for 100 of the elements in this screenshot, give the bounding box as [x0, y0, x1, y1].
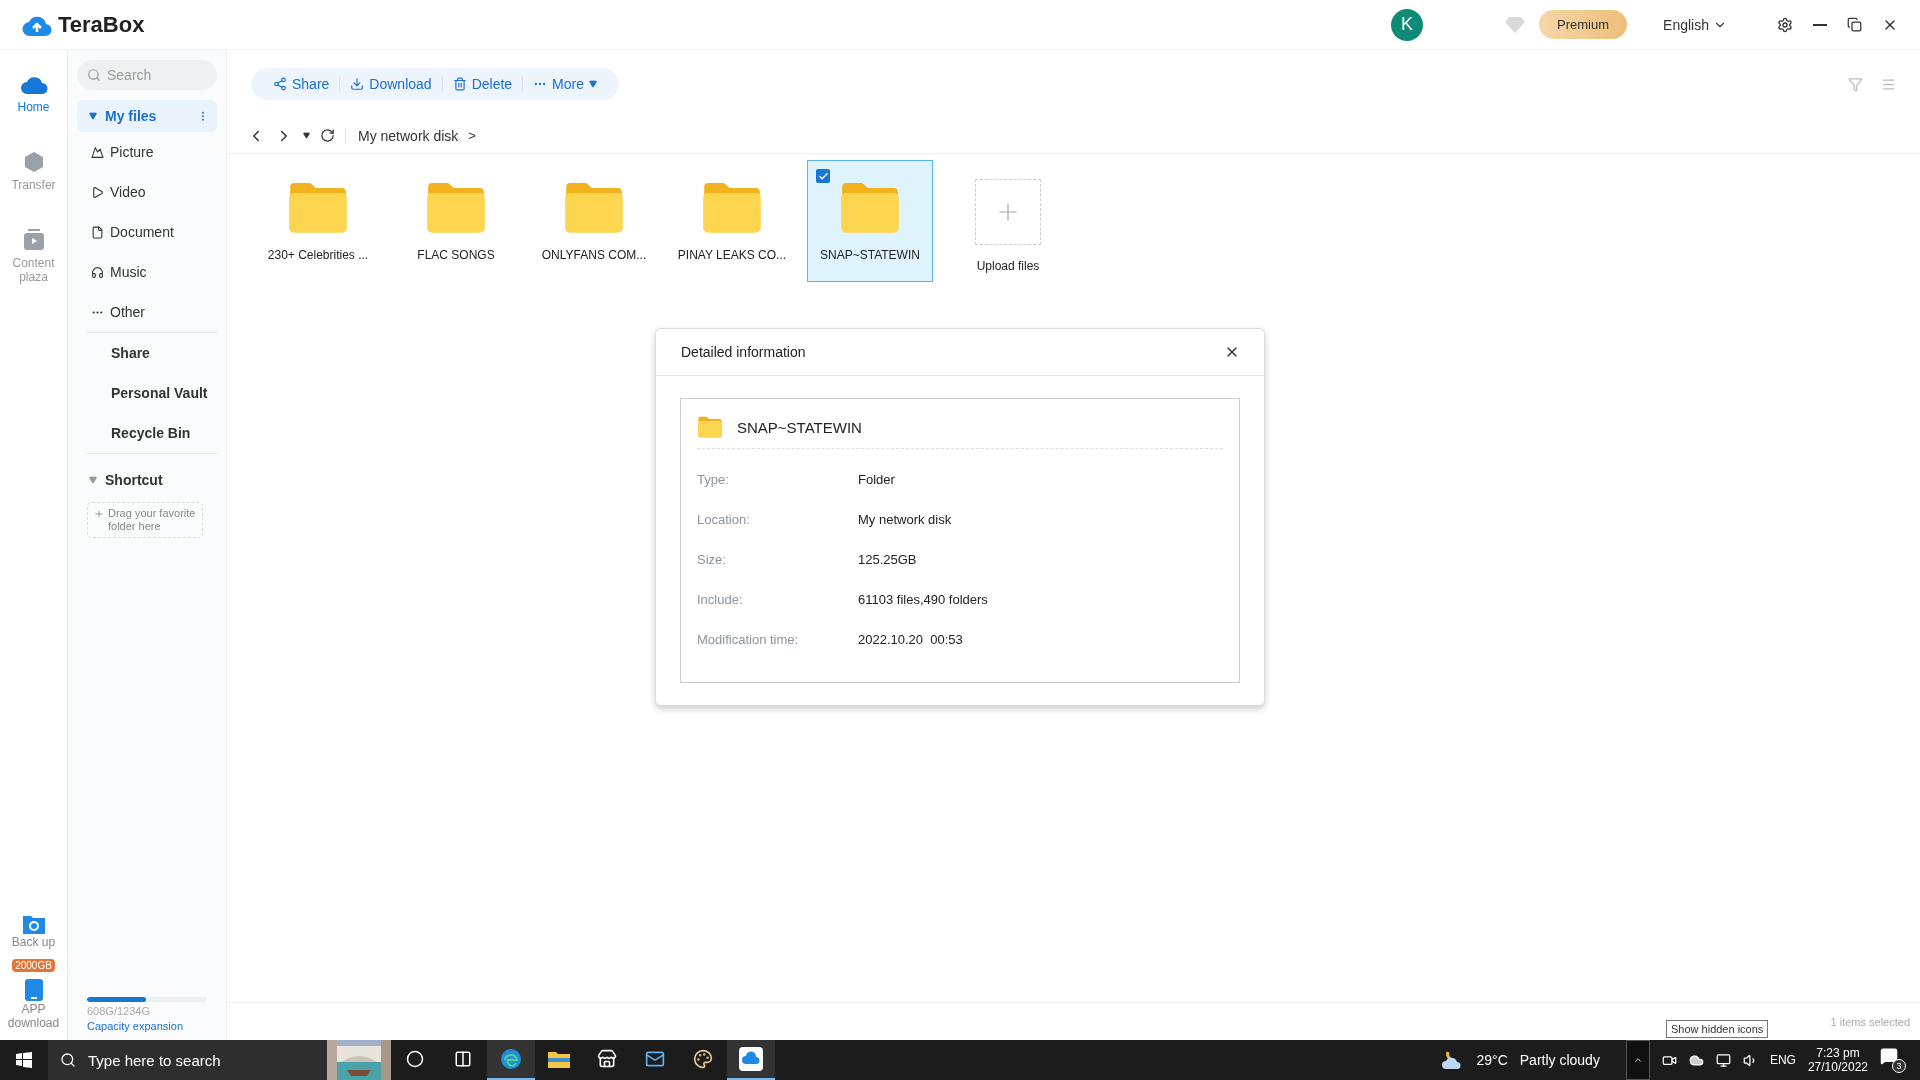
my-files-item[interactable]: My files [77, 100, 217, 132]
detail-value: 2022.10.20 00:53 [858, 631, 963, 647]
toolbar-button[interactable]: Delete [441, 76, 523, 92]
premium-button[interactable]: Premium [1539, 10, 1628, 39]
mountain-icon [91, 145, 104, 159]
shortcut-drop-area[interactable]: Drag your favorite folder here [87, 502, 203, 538]
folder-name: PINAY LEAKS CO... [677, 247, 787, 262]
category-item[interactable]: Other [77, 292, 217, 332]
toolbar-button[interactable]: Share [263, 76, 340, 92]
folder-name: ONLYFANS COM... [541, 247, 647, 262]
check-icon [817, 170, 829, 182]
notification-button[interactable]: 3 [1880, 1047, 1906, 1073]
user-avatar[interactable]: K [1391, 8, 1424, 41]
folder-icon [287, 181, 349, 234]
folder-name: FLAC SONGS [417, 247, 495, 262]
search-icon [60, 1052, 76, 1068]
taskbar-app[interactable] [487, 1040, 535, 1080]
backup-folder-icon[interactable] [21, 913, 46, 935]
folder-tile[interactable]: 230+ Celebrities ... [255, 160, 381, 282]
folder-tile[interactable]: SNAP~STATEWIN [807, 160, 933, 282]
show-hidden-icons-button[interactable] [1625, 1040, 1650, 1080]
sidebar-item[interactable]: Share [77, 333, 217, 373]
minimize-icon [1813, 23, 1827, 26]
palette-icon [693, 1049, 713, 1069]
caret-icon [89, 112, 97, 120]
folder-tile[interactable]: FLAC SONGS [393, 160, 519, 282]
circle-icon [406, 1050, 424, 1068]
upload-label: Upload files [976, 259, 1040, 273]
toolbar-button[interactable]: More [522, 76, 607, 92]
category-item[interactable]: Music [77, 252, 217, 292]
detail-value: 125.25GB [858, 551, 917, 567]
minimize-button[interactable] [1813, 23, 1827, 26]
folder-tile[interactable]: PINAY LEAKS CO... [669, 160, 795, 282]
detail-value: My network disk [858, 511, 952, 527]
category-item[interactable]: Document [77, 212, 217, 252]
dialog-title: Detailed information [681, 344, 806, 360]
search-icon [87, 68, 101, 82]
app-logo: TeraBox [58, 11, 145, 38]
detail-label: Include: [697, 591, 744, 607]
sidebar-item[interactable]: Personal Vault [77, 373, 217, 413]
breadcrumb-link[interactable]: My network disk [345, 127, 459, 144]
folder-name: 230+ Celebrities ... [267, 247, 369, 262]
storage-badge: 2000GB [12, 959, 55, 972]
folder-tile[interactable]: ONLYFANS COM... [531, 160, 657, 282]
history-dropdown[interactable] [303, 132, 310, 139]
refresh-icon [320, 128, 335, 143]
shortcut-item[interactable]: Shortcut [77, 464, 217, 496]
caret-icon [303, 132, 310, 139]
caret-icon [89, 476, 97, 484]
taskbar-app[interactable] [727, 1040, 775, 1080]
drop-hint: Drag your favorite folder here [108, 507, 196, 533]
folder-name: SNAP~STATEWIN [737, 419, 862, 436]
app-download-label[interactable]: APP download [3, 1002, 64, 1030]
rail-item[interactable]: Home [1, 72, 66, 114]
store-icon [597, 1049, 617, 1069]
taskbar-search-field[interactable]: Type here to search [48, 1040, 327, 1080]
play-icon [91, 185, 104, 199]
toolbar-button[interactable]: Download [339, 76, 442, 92]
language-dropdown[interactable]: English [1657, 15, 1733, 34]
plus-icon [94, 509, 104, 519]
folder-name: SNAP~STATEWIN [820, 247, 920, 262]
share-icon [273, 77, 287, 91]
folder-icon [697, 416, 723, 439]
network-icon[interactable] [1715, 1052, 1731, 1068]
headphones-icon [91, 265, 104, 279]
breadcrumb-separator: > [468, 128, 476, 143]
browser-icon [499, 1047, 523, 1071]
phone-icon[interactable] [23, 978, 44, 1002]
settings-icon [1777, 16, 1793, 33]
upload-tile[interactable]: Upload files [945, 160, 1071, 282]
download-icon [350, 77, 365, 91]
input-language[interactable]: ENG [1769, 1053, 1796, 1067]
trash-icon [452, 77, 467, 91]
cloud-icon[interactable] [1688, 1052, 1704, 1068]
document-icon [91, 225, 104, 239]
capacity-link[interactable]: Capacity expansion [87, 1020, 217, 1032]
clock[interactable]: 7:23 pm 27/10/2022 [1807, 1046, 1868, 1074]
play-card-icon [21, 228, 46, 252]
detail-label: Modification time: [697, 631, 800, 647]
detail-value: Folder [858, 471, 895, 487]
selection-status: 1 items selected [1830, 1015, 1910, 1028]
category-item[interactable]: Picture [77, 132, 217, 172]
backup-label[interactable]: Back up [3, 935, 64, 949]
storage-usage: 608G/1234G [87, 1005, 151, 1017]
folder-icon [701, 181, 763, 234]
search-field[interactable]: Search [77, 60, 217, 90]
caret-icon [589, 80, 597, 88]
cloud-upload-icon [739, 1047, 763, 1071]
refresh-button[interactable] [320, 128, 335, 143]
restore-icon [1847, 17, 1862, 32]
checkbox[interactable] [816, 169, 830, 183]
weather-text[interactable]: Partly cloudy [1519, 1052, 1600, 1068]
restore-button[interactable] [1847, 17, 1862, 32]
folder-icon [547, 1049, 571, 1069]
settings-button[interactable] [1777, 16, 1793, 33]
category-item[interactable]: Video [77, 172, 217, 212]
message-icon [1880, 1047, 1898, 1065]
sidebar-item[interactable]: Recycle Bin [77, 413, 217, 453]
temperature[interactable]: 29°C [1476, 1052, 1508, 1068]
detail-label: Type: [697, 471, 730, 487]
